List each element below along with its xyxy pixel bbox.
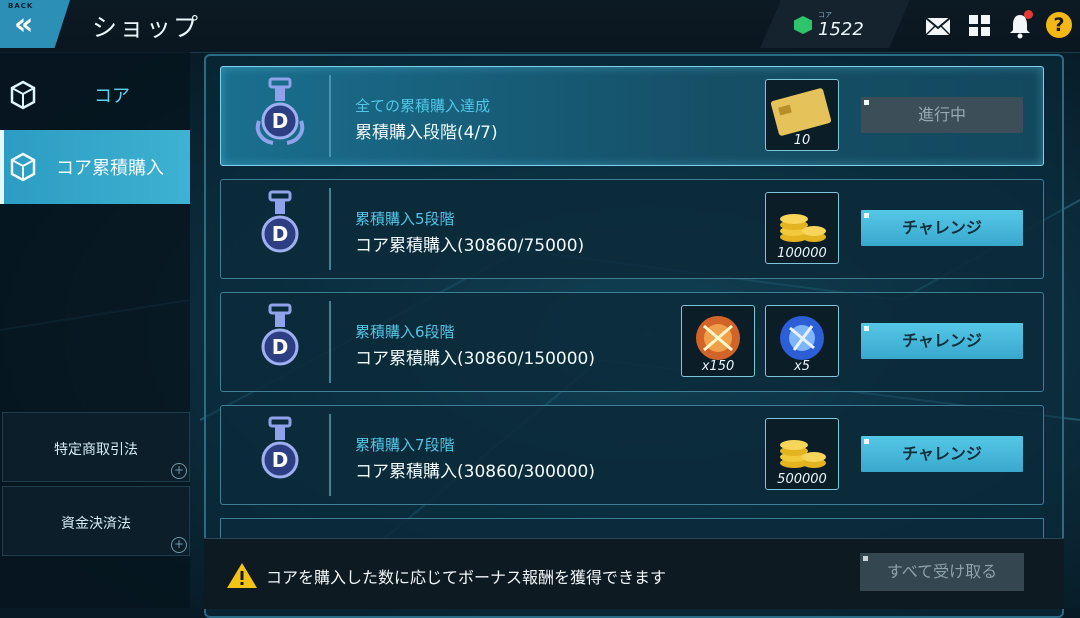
reward-card: D 累積購入7段階 コア累積購入(30860/300000) 500000 チャ… bbox=[220, 405, 1044, 505]
plus-icon: + bbox=[171, 537, 187, 553]
card-title: 累積購入7段階 bbox=[355, 436, 455, 454]
medal-d-icon: D bbox=[255, 77, 305, 145]
medal-d-icon: D bbox=[261, 416, 299, 479]
divider bbox=[329, 188, 331, 270]
reward-card: D 全ての累積購入達成 累積購入段階(4/7) 10 進行中 bbox=[220, 66, 1044, 166]
reward-card: D 累積購入6段階 コア累積購入(30860/150000) x150 x5 チ… bbox=[220, 292, 1044, 392]
reward-quantity: x5 bbox=[794, 359, 810, 374]
medal-d-icon: D bbox=[261, 303, 299, 366]
reward-card: D 累積購入5段階 コア累積購入(30860/75000) 100000 チャレ… bbox=[220, 179, 1044, 279]
reward-slot[interactable]: 100000 bbox=[765, 192, 839, 264]
claim-all-button[interactable]: すべて受け取る bbox=[860, 553, 1024, 591]
reward-slot[interactable]: 500000 bbox=[765, 418, 839, 490]
reward-quantity: x150 bbox=[701, 359, 735, 374]
sidebar-item-label: コア bbox=[94, 86, 130, 107]
notification-badge bbox=[1024, 10, 1033, 19]
help-icon[interactable]: ? bbox=[1046, 12, 1072, 38]
double-chevron-left-icon: « bbox=[14, 7, 34, 42]
challenge-button[interactable]: チャレンジ bbox=[861, 323, 1023, 359]
cube-icon bbox=[10, 80, 36, 110]
card-title: 累積購入6段階 bbox=[355, 323, 455, 341]
core-gem-icon bbox=[794, 16, 812, 34]
in-progress-button[interactable]: 進行中 bbox=[861, 97, 1023, 133]
bonus-notice: コアを購入した数に応じてボーナス報酬を獲得できます bbox=[266, 568, 667, 587]
divider bbox=[329, 301, 331, 383]
cube-icon bbox=[10, 152, 36, 182]
warning-icon bbox=[227, 563, 257, 588]
notification-button[interactable] bbox=[1006, 10, 1034, 40]
card-title: 累積購入5段階 bbox=[355, 210, 455, 228]
legal-notice-button[interactable]: 特定商取引法 + bbox=[2, 412, 190, 482]
divider bbox=[329, 414, 331, 496]
menu-grid-icon[interactable] bbox=[966, 12, 994, 40]
reward-quantity: 100000 bbox=[777, 246, 827, 261]
challenge-button[interactable]: チャレンジ bbox=[861, 210, 1023, 246]
top-bar: BACK « ショップ コア 1522 ? bbox=[0, 0, 1080, 53]
divider bbox=[329, 75, 331, 157]
reward-slot[interactable]: x5 bbox=[765, 305, 839, 377]
back-button[interactable]: BACK « bbox=[0, 0, 70, 48]
svg-text:D: D bbox=[272, 222, 289, 246]
svg-text:D: D bbox=[272, 109, 289, 133]
medal-d-icon: D bbox=[261, 190, 299, 253]
legal-notice-label: 特定商取引法 bbox=[54, 442, 138, 458]
card-subtitle: 累積購入段階(4/7) bbox=[355, 123, 498, 143]
footer-bar: コアを購入した数に応じてボーナス報酬を獲得できます すべて受け取る bbox=[204, 538, 1064, 609]
svg-text:D: D bbox=[272, 448, 289, 472]
plus-icon: + bbox=[171, 463, 187, 479]
sidebar-item-label: コア累積購入 bbox=[56, 158, 164, 179]
svg-text:D: D bbox=[272, 335, 289, 359]
card-subtitle: コア累積購入(30860/75000) bbox=[355, 236, 585, 256]
reward-quantity: 500000 bbox=[777, 472, 827, 487]
payment-act-button[interactable]: 資金決済法 + bbox=[2, 486, 190, 556]
reward-quantity: 10 bbox=[793, 133, 811, 148]
challenge-button[interactable]: チャレンジ bbox=[861, 436, 1023, 472]
page-title: ショップ bbox=[92, 13, 201, 42]
mail-icon[interactable] bbox=[924, 12, 952, 40]
payment-act-label: 資金決済法 bbox=[61, 516, 131, 532]
currency-value: 1522 bbox=[818, 19, 864, 40]
reward-slot[interactable]: 10 bbox=[765, 79, 839, 151]
card-subtitle: コア累積購入(30860/150000) bbox=[355, 349, 595, 369]
card-subtitle: コア累積購入(30860/300000) bbox=[355, 462, 595, 482]
currency-display: コア 1522 bbox=[760, 0, 910, 48]
sidebar-item-core[interactable]: コア bbox=[0, 58, 190, 132]
reward-slot[interactable]: x150 bbox=[681, 305, 755, 377]
sidebar-item-cumulative-purchase[interactable]: コア累積購入 bbox=[0, 130, 190, 204]
card-title: 全ての累積購入達成 bbox=[355, 97, 491, 115]
